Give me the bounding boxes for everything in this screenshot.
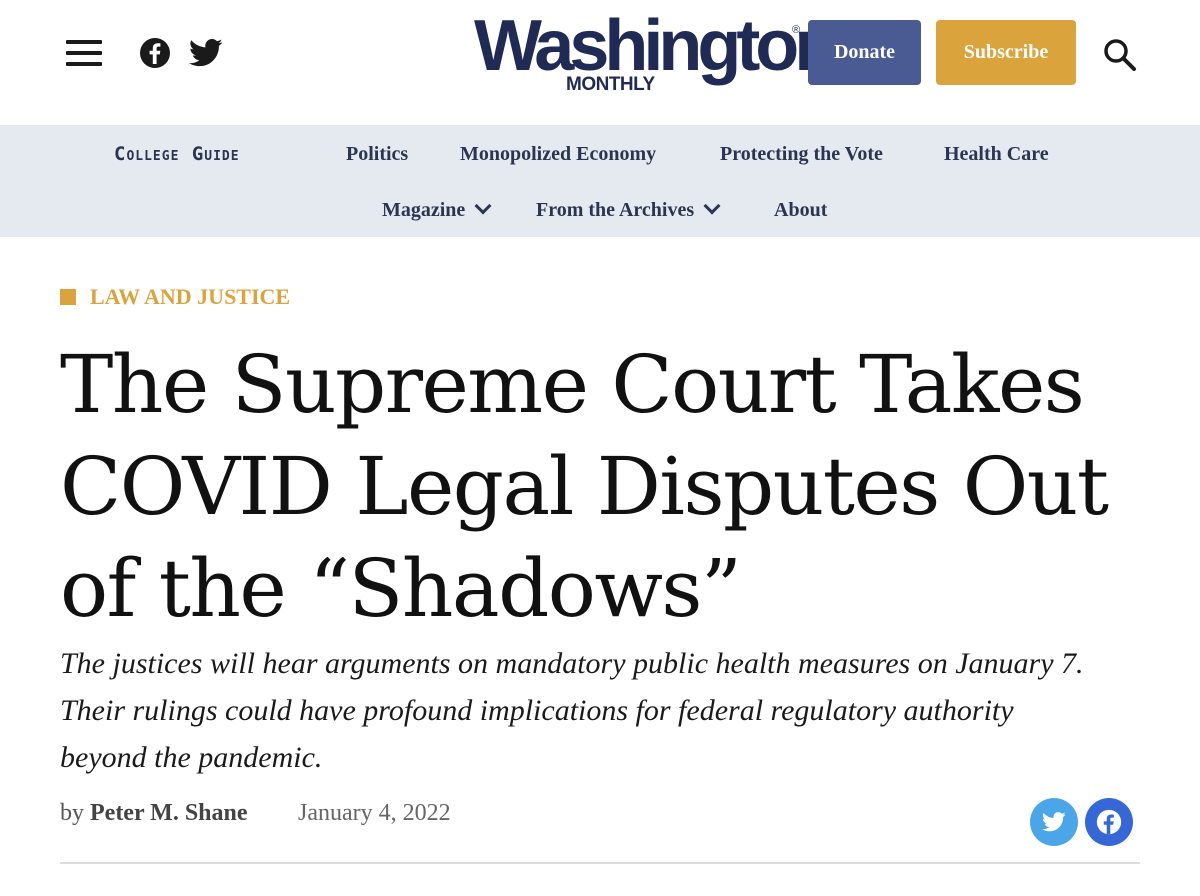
donate-button[interactable]: Donate — [808, 20, 921, 85]
dek-line: beyond the pandemic. — [60, 741, 323, 774]
category-label: LAW AND JUSTICE — [90, 284, 291, 309]
nav-from-the-archives[interactable]: From the Archives — [536, 197, 721, 222]
primary-nav: College Guide Politics Monopolized Econo… — [0, 125, 1200, 237]
headline-line: of the “Shadows” — [60, 542, 742, 635]
headline-line: COVID Legal Disputes Out — [60, 440, 1109, 533]
site-header: Washington ® MONTHLY Donate Subscribe — [0, 0, 1200, 125]
nav-magazine[interactable]: Magazine — [382, 197, 492, 222]
category-link[interactable]: LAW AND JUSTICE — [60, 284, 290, 310]
article-divider — [60, 862, 1140, 864]
nav-monopolized-economy[interactable]: Monopolized Economy — [460, 142, 656, 166]
article-dek: The justices will hear arguments on mand… — [60, 640, 1150, 781]
nav-archives-label: From the Archives — [536, 199, 695, 221]
byline-prefix: by — [60, 800, 84, 826]
dek-line: Their rulings could have profound implic… — [60, 694, 1014, 727]
logo-subtitle: MONTHLY — [566, 74, 655, 95]
twitter-share-icon[interactable] — [1030, 798, 1078, 846]
subscribe-button[interactable]: Subscribe — [936, 20, 1076, 85]
nav-magazine-label: Magazine — [382, 199, 466, 221]
search-icon[interactable] — [1102, 37, 1138, 73]
nav-about[interactable]: About — [774, 198, 827, 222]
publish-date: January 4, 2022 — [298, 800, 451, 826]
hamburger-menu-icon[interactable] — [66, 38, 104, 68]
chevron-down-icon — [703, 197, 721, 215]
facebook-share-icon[interactable] — [1085, 798, 1133, 846]
nav-politics[interactable]: Politics — [346, 142, 408, 166]
chevron-down-icon — [474, 197, 492, 215]
author-link[interactable]: Peter M. Shane — [90, 800, 248, 826]
headline-line: The Supreme Court Takes — [60, 338, 1085, 431]
nav-protecting-the-vote[interactable]: Protecting the Vote — [720, 142, 883, 166]
facebook-icon[interactable] — [139, 37, 171, 69]
category-square-icon — [60, 289, 76, 305]
logo-registered-mark: ® — [792, 24, 801, 36]
article-headline: The Supreme Court Takes COVID Legal Disp… — [60, 334, 1150, 640]
dek-line: The justices will hear arguments on mand… — [60, 647, 1084, 680]
byline: by Peter M. Shane — [60, 800, 248, 827]
twitter-icon[interactable] — [189, 38, 223, 68]
nav-health-care[interactable]: Health Care — [944, 142, 1049, 166]
nav-college-guide[interactable]: College Guide — [114, 142, 240, 166]
site-logo[interactable]: Washington ® MONTHLY — [474, 6, 838, 96]
